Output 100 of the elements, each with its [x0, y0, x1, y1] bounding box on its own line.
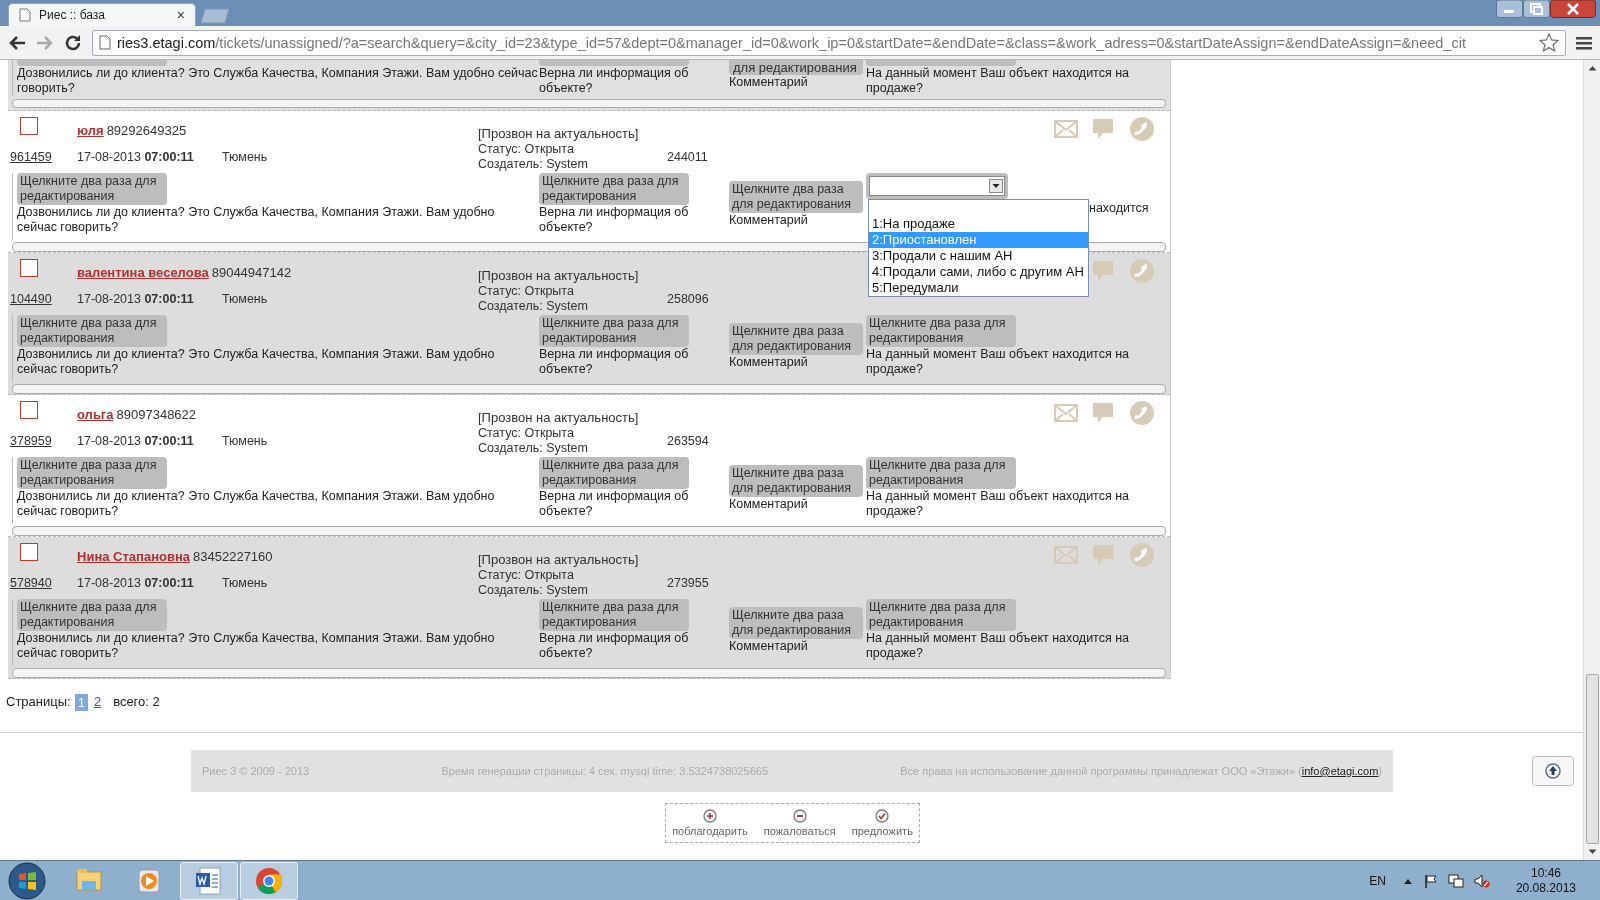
- ticket-id-link[interactable]: 961459: [10, 149, 52, 164]
- edit-hint[interactable]: Щелкните два раза для редактирования: [866, 315, 1016, 347]
- question-text: Верна ли информация об объекте?: [539, 489, 690, 519]
- city-text: Тюмень: [222, 433, 268, 448]
- question-text: На данный момент Ваш объект находится на продаже?: [866, 489, 1131, 519]
- tab-title: Риес :: база: [39, 7, 107, 24]
- edit-hint[interactable]: Щелкните два раза для редактирования: [17, 315, 167, 347]
- ticket-id-link[interactable]: 578940: [10, 575, 52, 590]
- dropdown-option[interactable]: 1:На продаже: [869, 216, 1088, 232]
- edit-hint[interactable]: Щелкните два раза для редактирования: [539, 457, 689, 489]
- dropdown-option[interactable]: 3:Продали с нашим АН: [869, 248, 1088, 264]
- network-icon[interactable]: [1447, 873, 1464, 888]
- flag-icon[interactable]: [1423, 873, 1438, 888]
- edit-hint[interactable]: Щелкните два раза для редактирования: [539, 599, 689, 631]
- phone-number: 89292649325: [106, 122, 187, 140]
- scrollbar-thumb[interactable]: [1585, 674, 1599, 844]
- email-link[interactable]: info@etagi.com: [1301, 764, 1379, 777]
- forward-icon[interactable]: [36, 34, 54, 51]
- edit-hint[interactable]: Щелкните два раза для редактирования: [17, 599, 167, 631]
- restore-button[interactable]: [1523, 0, 1550, 18]
- client-name-link[interactable]: ольга: [77, 405, 114, 425]
- edit-hint[interactable]: Щелкните два раза для редактирования: [539, 315, 689, 347]
- page-icon: [19, 8, 31, 22]
- edit-hint[interactable]: Щелкните два раза для редактирования: [539, 173, 689, 205]
- feedback-action[interactable]: предложить: [851, 809, 913, 837]
- reload-icon[interactable]: [64, 33, 82, 52]
- question-text: Верна ли информация об объекте?: [539, 631, 690, 661]
- clock[interactable]: 10:46 20.08.2013: [1515, 865, 1576, 896]
- city-text: Тюмень: [222, 291, 268, 306]
- start-button[interactable]: [8, 861, 46, 900]
- edit-hint[interactable]: Щелкните два раза для редактирования: [729, 465, 863, 497]
- taskbar-button[interactable]: [180, 861, 238, 900]
- date-time: 17-08-2013 07:00:11: [77, 574, 195, 592]
- edit-hint[interactable]: Щелкните два раза для редактирования: [866, 457, 1016, 489]
- city-text: Тюмень: [222, 149, 268, 164]
- back-icon[interactable]: [8, 34, 26, 51]
- star-icon[interactable]: [1539, 33, 1559, 52]
- edit-hint[interactable]: Щелкните два раза для редактирования: [17, 457, 167, 489]
- page-link[interactable]: 2: [91, 692, 104, 712]
- edit-hint[interactable]: Щелкните два раза для редактирования: [17, 173, 167, 205]
- edit-hint[interactable]: Щелкните два раза для редактирования: [866, 599, 1016, 631]
- speaker-muted-icon[interactable]: [1473, 873, 1490, 888]
- minus-circle-icon: [792, 809, 807, 823]
- total-count: всего: 2: [113, 693, 160, 712]
- object-number: 263594: [667, 432, 709, 450]
- phone-number: 89044947142: [211, 264, 292, 282]
- checkbox[interactable]: [20, 117, 38, 135]
- date-time: 17-08-2013 07:00:11: [77, 290, 195, 308]
- edit-hint[interactable]: для редактирования: [729, 60, 863, 75]
- browser-tab[interactable]: Риес :: база ×: [8, 3, 196, 26]
- phone-number: 83452227160: [193, 548, 273, 566]
- question-text: Дозвонились ли до клиента? Это Служба Качества, Компания Этажи. Вам удобно сейчас говорить?: [17, 631, 496, 661]
- checkbox[interactable]: [20, 543, 38, 561]
- edit-hint[interactable]: Щелкните два раза для редактирования: [729, 607, 863, 639]
- dropdown-option[interactable]: 5:Передумали: [869, 280, 1088, 296]
- feedback-action[interactable]: пожаловаться: [763, 809, 836, 837]
- checkbox[interactable]: [20, 401, 38, 419]
- client-name-link[interactable]: юля: [77, 121, 104, 141]
- city-text: Тюмень: [222, 575, 268, 590]
- date-time: 17-08-2013 07:00:11: [77, 432, 195, 450]
- dropdown-option[interactable]: 4:Продали сами, либо с другим АН: [869, 264, 1088, 280]
- question-text: Дозвонились ли до клиента? Это Служба Качества, Компания Этажи. Вам удобно сейчас говорить?: [17, 347, 496, 377]
- client-name-link[interactable]: Нина Стапановна: [77, 547, 190, 567]
- ticket-id-link[interactable]: 104490: [10, 291, 52, 306]
- creator-text: Создатель: System: [478, 441, 588, 456]
- status-text: Статус: Открыта: [478, 568, 574, 583]
- question-text: Дозвонились ли до клиента? Это Служба Качества, Компания Этажи. Вам удобно сейчас говорить?: [17, 205, 496, 235]
- question-text: Комментарий: [729, 355, 809, 370]
- language-indicator[interactable]: EN: [1369, 871, 1386, 890]
- creator-text: Создатель: System: [478, 583, 588, 598]
- checkbox[interactable]: [20, 259, 38, 277]
- task-type: [Прозвон на актуальность]: [478, 268, 639, 283]
- question-text: Верна ли информация об объекте?: [539, 66, 690, 96]
- ticket-id-link[interactable]: 378959: [10, 433, 52, 448]
- check-circle-icon: [875, 809, 890, 823]
- question-text: Комментарий: [729, 497, 809, 512]
- edit-hint[interactable]: Щелкните два раза для редактирования: [729, 181, 863, 213]
- tab-close-button[interactable]: ×: [176, 8, 185, 22]
- task-type: [Прозвон на актуальность]: [478, 410, 639, 425]
- menu-icon[interactable]: [1576, 35, 1592, 50]
- question-text: Комментарий: [729, 639, 809, 654]
- scroll-up-icon[interactable]: [1587, 65, 1597, 71]
- status-text: Статус: Открыта: [478, 426, 574, 441]
- object-number: 258096: [667, 290, 709, 308]
- taskbar-button[interactable]: [240, 861, 298, 900]
- edit-hint[interactable]: Щелкните два раза для редактирования: [729, 323, 863, 355]
- scroll-top-button[interactable]: [1532, 756, 1574, 786]
- question-text: Дозвонились ли до клиента? Это Служба Качества, Компания Этажи. Вам удобно сейчас говорить?: [17, 66, 539, 96]
- object-number: 244011: [667, 148, 708, 166]
- address-bar[interactable]: ries3.etagi.com/tickets/unassigned/?a=search&query=&city_id=23&type_id=57&dept=0&manager_id=0&work_ip=0&startDate=&endDate=&class=&work_adress=0&startDateAssign=&endDateAssign=&need_cit: [92, 29, 1566, 56]
- caret-icon: [989, 179, 1003, 193]
- close-button[interactable]: [1550, 0, 1596, 18]
- scrollbar[interactable]: [1583, 60, 1600, 860]
- tray-expand-icon[interactable]: [1403, 877, 1412, 884]
- minimize-button[interactable]: [1496, 0, 1523, 18]
- page-icon: [99, 35, 111, 50]
- client-name-link[interactable]: валентина веселова: [77, 263, 209, 283]
- dropdown-field[interactable]: [866, 173, 1008, 199]
- scroll-down-icon[interactable]: [1587, 849, 1597, 855]
- feedback-action[interactable]: поблагодарить: [672, 809, 748, 837]
